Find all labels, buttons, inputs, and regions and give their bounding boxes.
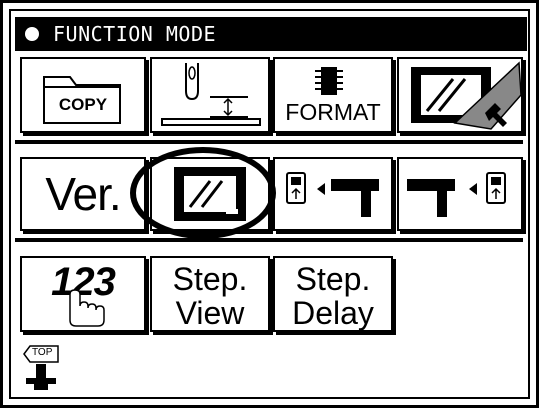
step-delay-button[interactable]: Step. Delay (273, 256, 393, 332)
format-label: FORMAT (285, 99, 381, 125)
title-bar: FUNCTION MODE (15, 17, 527, 51)
title-bullet-icon (25, 27, 39, 41)
machine-to-usb-icon (407, 172, 506, 217)
top-label: TOP (32, 347, 53, 358)
row-divider (15, 238, 523, 242)
screen-settings-button[interactable] (397, 57, 523, 133)
copy-label: COPY (58, 95, 108, 114)
hand-counter-icon (69, 289, 105, 327)
display-settings-button[interactable] (150, 157, 270, 231)
step-view-button[interactable]: Step. View (150, 256, 270, 332)
version-label: Ver. (45, 168, 121, 220)
step-delay-line1: Step. (295, 261, 371, 297)
top-button[interactable]: TOP (20, 344, 64, 394)
copy-button[interactable]: COPY (20, 57, 146, 133)
thread-adjust-button[interactable] (150, 57, 270, 133)
needle-thread-gap-icon (161, 63, 261, 126)
lcd-display-icon (174, 167, 246, 221)
page-title: FUNCTION MODE (53, 22, 217, 46)
usb-to-machine-icon (286, 172, 379, 217)
screen-adjust-wrench-icon (411, 61, 521, 130)
counter-button[interactable]: 123 (20, 256, 146, 332)
send-to-machine-button[interactable] (273, 157, 393, 231)
step-delay-line2: Delay (292, 295, 374, 331)
step-view-line1: Step. (172, 261, 248, 297)
version-button[interactable]: Ver. (20, 157, 146, 231)
receive-from-machine-button[interactable] (397, 157, 523, 231)
format-button[interactable]: FORMAT (273, 57, 393, 133)
step-view-line2: View (175, 295, 245, 331)
row-divider (15, 140, 523, 144)
